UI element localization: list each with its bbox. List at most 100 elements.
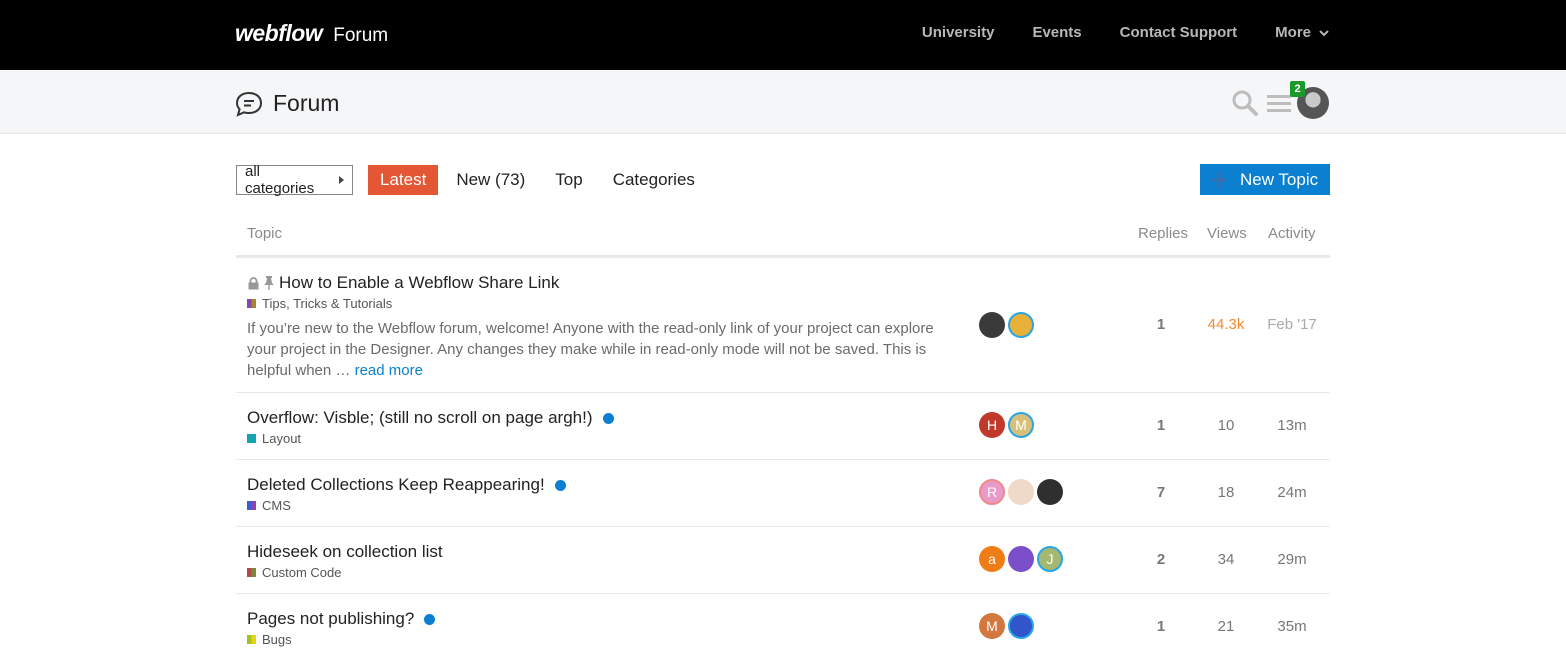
views-count: 18 <box>1217 484 1235 501</box>
topic-title[interactable]: Pages not publishing? <box>247 609 414 629</box>
poster-avatar[interactable] <box>1008 312 1034 338</box>
posters-avatars <box>979 312 1037 338</box>
topic-title[interactable]: How to Enable a Webflow Share Link <box>279 273 559 293</box>
page-title: Forum <box>273 90 340 116</box>
poster-avatar[interactable]: M <box>1008 412 1034 438</box>
excerpt-text: If you’re new to the Webflow forum, welc… <box>247 320 934 379</box>
category-label: CMS <box>262 498 291 513</box>
category-label: Layout <box>262 431 302 446</box>
poster-avatar[interactable]: M <box>979 613 1005 639</box>
top-bar: webflow Forum University Events Contact … <box>0 0 1566 70</box>
category-dropdown-label: all categories <box>245 163 315 197</box>
views-count: 34 <box>1217 551 1235 568</box>
nav-more[interactable]: More <box>1275 24 1330 41</box>
topic-title[interactable]: Deleted Collections Keep Reappearing! <box>247 475 545 495</box>
webflow-logo[interactable]: webflow <box>235 20 323 47</box>
read-more-link[interactable]: read more <box>355 362 423 379</box>
category-label: Custom Code <box>262 565 342 580</box>
topic-title[interactable]: Overflow: Visble; (still no scroll on pa… <box>247 408 593 428</box>
replies-count: 1 <box>1156 316 1166 333</box>
lock-icon <box>248 276 259 289</box>
chevron-down-icon <box>1319 29 1329 36</box>
activity-time[interactable]: Feb '17 <box>1262 316 1322 333</box>
header-views[interactable]: Views <box>1207 225 1247 242</box>
header-topic[interactable]: Topic <box>247 225 282 242</box>
views-count: 21 <box>1217 618 1235 635</box>
replies-count: 1 <box>1156 417 1166 434</box>
pin-icon <box>264 276 274 290</box>
topic-category[interactable]: Bugs <box>247 632 292 647</box>
category-dropdown[interactable]: all categories <box>236 163 353 197</box>
topic-tabs: Latest New (73) Top Categories <box>368 165 713 195</box>
poster-avatar[interactable] <box>979 312 1005 338</box>
table-row[interactable]: Deleted Collections Keep Reappearing! CM… <box>236 460 1330 527</box>
new-topic-button[interactable]: New Topic <box>1200 164 1330 195</box>
posters-avatars: H M <box>979 412 1037 438</box>
table-row[interactable]: Overflow: Visble; (still no scroll on pa… <box>236 393 1330 460</box>
poster-avatar[interactable]: a <box>979 546 1005 572</box>
poster-avatar[interactable]: J <box>1037 546 1063 572</box>
plus-icon <box>1212 171 1228 188</box>
replies-count: 7 <box>1156 484 1166 501</box>
poster-avatar[interactable] <box>1008 479 1034 505</box>
category-label: Tips, Tricks & Tutorials <box>262 296 393 311</box>
forum-header: Forum <box>0 70 1566 134</box>
unread-dot-icon <box>424 613 436 625</box>
brand-forum-label[interactable]: Forum <box>333 25 388 47</box>
table-row[interactable]: Hideseek on collection list Custom Code … <box>236 527 1330 594</box>
chat-bubble-icon <box>235 91 263 117</box>
topic-category[interactable]: Layout <box>247 431 301 446</box>
posters-avatars: R <box>979 479 1066 505</box>
category-label: Bugs <box>262 632 292 647</box>
new-topic-label: New Topic <box>1240 169 1319 189</box>
replies-count: 2 <box>1156 551 1166 568</box>
tab-latest[interactable]: Latest <box>368 165 439 195</box>
header-replies[interactable]: Replies <box>1138 225 1188 242</box>
forum-title[interactable]: Forum <box>235 90 339 117</box>
header-activity[interactable]: Activity <box>1268 225 1316 242</box>
hamburger-menu-icon[interactable] <box>1267 92 1291 114</box>
replies-count: 1 <box>1156 618 1166 635</box>
nav-events[interactable]: Events <box>1032 24 1081 41</box>
lock-pin-indicators <box>247 276 275 290</box>
tab-new[interactable]: New (73) <box>444 165 537 195</box>
search-icon[interactable] <box>1231 89 1259 117</box>
tab-top[interactable]: Top <box>543 165 594 195</box>
views-count: 10 <box>1217 417 1235 434</box>
activity-time[interactable]: 35m <box>1262 618 1322 635</box>
topic-title[interactable]: Hideseek on collection list <box>247 542 443 562</box>
poster-avatar[interactable]: R <box>979 479 1005 505</box>
views-count: 44.3k <box>1207 316 1245 333</box>
topic-category[interactable]: CMS <box>247 498 291 513</box>
poster-avatar[interactable] <box>1008 546 1034 572</box>
topic-list-header: Topic Replies Views Activity <box>236 212 1330 258</box>
topic-excerpt: If you’re new to the Webflow forum, welc… <box>247 318 957 381</box>
poster-avatar[interactable] <box>1037 479 1063 505</box>
tab-categories[interactable]: Categories <box>601 165 707 195</box>
top-nav: University Events Contact Support More <box>922 24 1330 41</box>
posters-avatars: a J <box>979 546 1066 572</box>
unread-dot-icon <box>602 412 614 424</box>
activity-time[interactable]: 24m <box>1262 484 1322 501</box>
nav-contact-support[interactable]: Contact Support <box>1120 24 1238 41</box>
posters-avatars: M <box>979 613 1037 639</box>
caret-right-icon <box>339 176 344 184</box>
topic-category[interactable]: Tips, Tricks & Tutorials <box>247 296 392 311</box>
category-swatch <box>247 635 256 644</box>
activity-time[interactable]: 29m <box>1262 551 1322 568</box>
poster-avatar[interactable] <box>1008 613 1034 639</box>
activity-time[interactable]: 13m <box>1262 417 1322 434</box>
notification-badge[interactable]: 2 <box>1290 81 1305 97</box>
category-swatch <box>247 568 256 577</box>
nav-university[interactable]: University <box>922 24 995 41</box>
topic-category[interactable]: Custom Code <box>247 565 341 580</box>
category-swatch <box>247 299 256 308</box>
table-row[interactable]: Pages not publishing? Bugs M 1 21 35m <box>236 594 1330 660</box>
table-row[interactable]: How to Enable a Webflow Share Link Tips,… <box>236 258 1330 393</box>
header-icons <box>1231 87 1329 119</box>
brand[interactable]: webflow Forum <box>235 20 388 47</box>
category-swatch <box>247 501 256 510</box>
unread-dot-icon <box>554 479 566 491</box>
nav-more-label: More <box>1275 24 1311 41</box>
poster-avatar[interactable]: H <box>979 412 1005 438</box>
